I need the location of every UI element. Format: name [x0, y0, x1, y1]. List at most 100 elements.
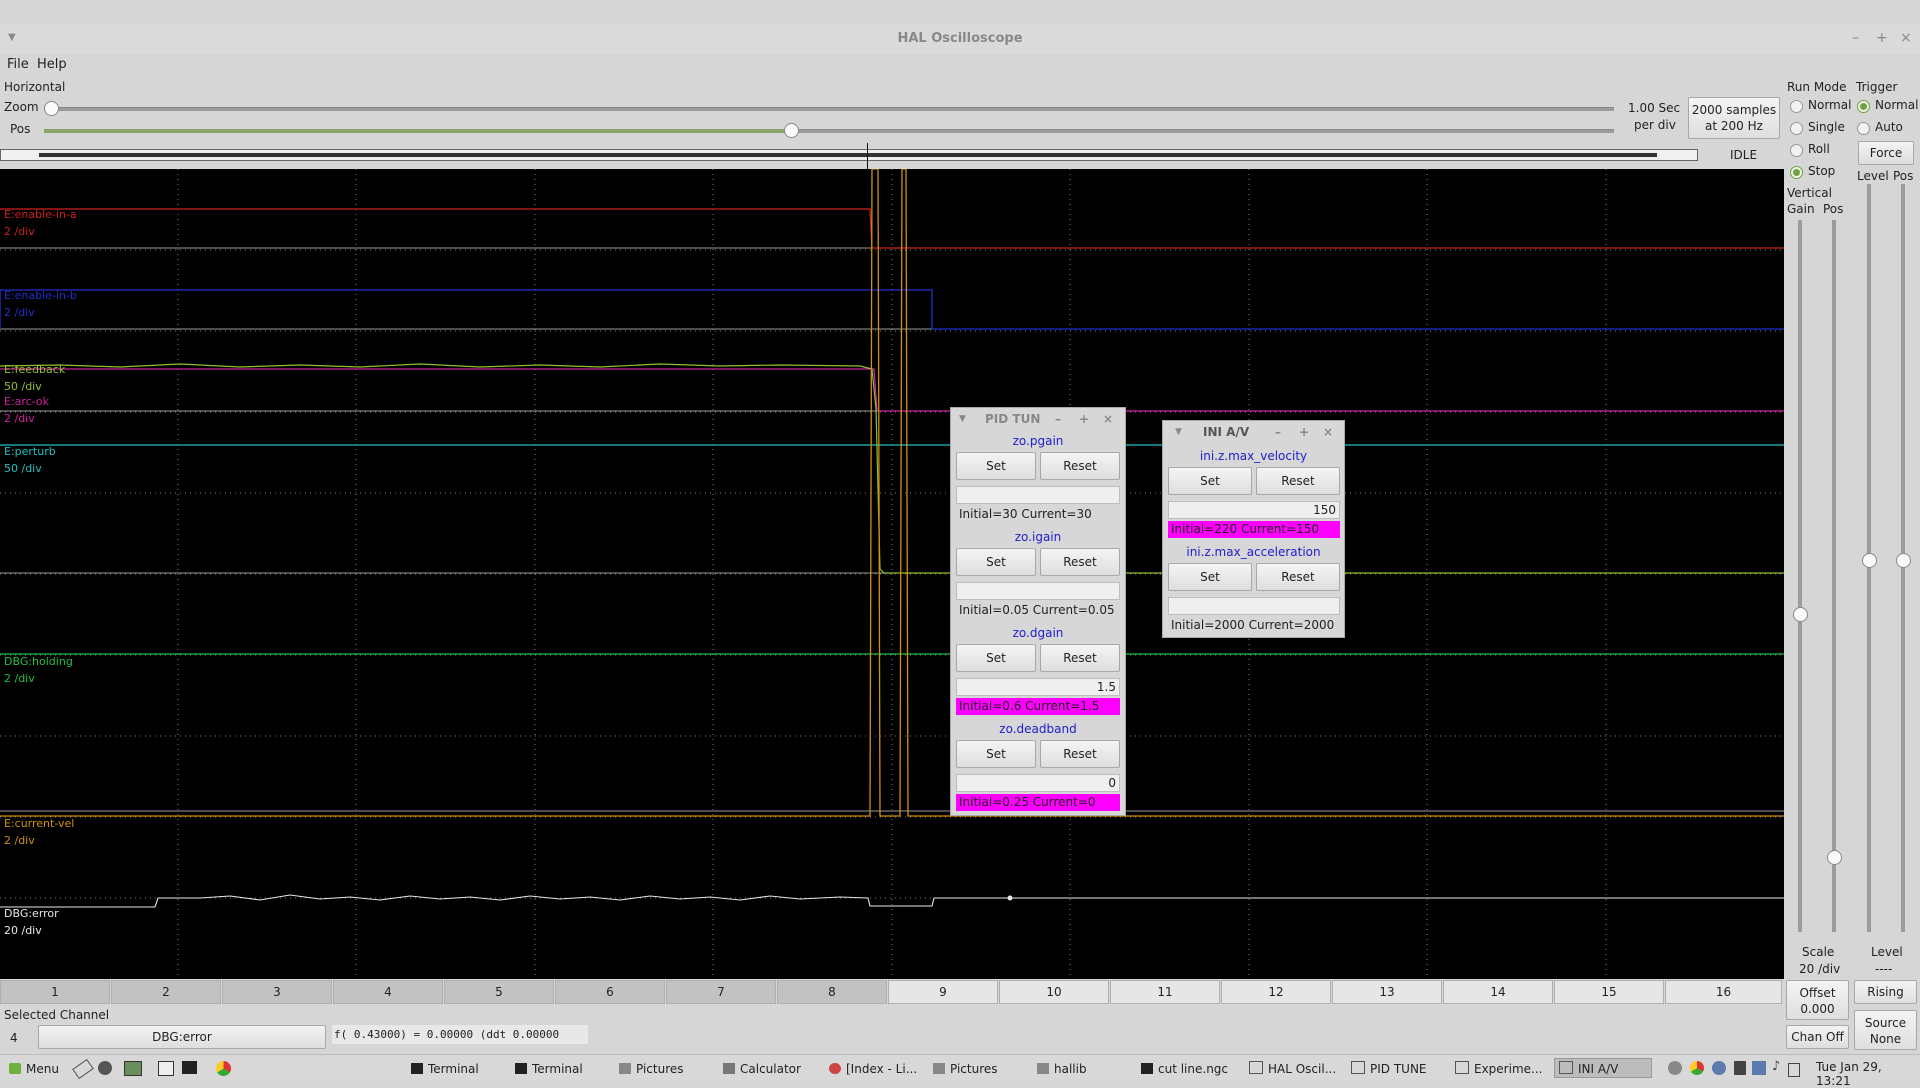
ini-max-acceleration-reset-button[interactable]: Reset — [1256, 563, 1340, 591]
pid-tune-menu-icon[interactable]: ▼ — [959, 408, 966, 430]
pid-tune-minimize-icon[interactable]: – — [1055, 408, 1061, 430]
chrome-launcher-icon[interactable] — [216, 1061, 231, 1076]
zoom-slider[interactable] — [44, 107, 1614, 111]
ini-max-acceleration-set-button[interactable]: Set — [1168, 563, 1252, 591]
pid-tune-maximize-icon[interactable]: + — [1079, 408, 1089, 430]
vertical-pos-knob[interactable] — [1827, 850, 1842, 865]
channel-button-8[interactable]: 8 — [777, 980, 887, 1004]
tray-network-icon[interactable] — [1734, 1061, 1746, 1075]
channel-button-12[interactable]: 12 — [1221, 980, 1331, 1004]
pid-pgain-set-button[interactable]: Set — [956, 452, 1036, 480]
selected-channel-name-button[interactable]: DBG:error — [38, 1025, 326, 1049]
close-icon[interactable]: × — [1900, 30, 1912, 46]
pid-deadband-reset-button[interactable]: Reset — [1040, 740, 1120, 768]
trigger-auto-radio[interactable] — [1857, 122, 1870, 135]
trigger-pos-knob[interactable] — [1896, 553, 1911, 568]
browser-launcher-icon[interactable] — [98, 1061, 112, 1075]
trigger-auto-label[interactable]: Auto — [1875, 120, 1903, 134]
zoom-slider-knob[interactable] — [44, 101, 59, 116]
task-pid-tune[interactable]: PID TUNE — [1346, 1058, 1446, 1078]
channel-button-9[interactable]: 9 — [888, 980, 998, 1004]
run-mode-normal-label[interactable]: Normal — [1808, 98, 1851, 112]
ini-max-velocity-reset-button[interactable]: Reset — [1256, 467, 1340, 495]
ini-max-velocity-set-button[interactable]: Set — [1168, 467, 1252, 495]
tray-status-icon[interactable] — [1668, 1061, 1682, 1075]
pid-dgain-set-button[interactable]: Set — [956, 644, 1036, 672]
run-mode-stop-label[interactable]: Stop — [1808, 164, 1835, 178]
start-menu-button[interactable]: Menu — [4, 1058, 70, 1078]
tray-volume-icon[interactable]: ♪ — [1772, 1059, 1780, 1074]
run-mode-single-radio[interactable] — [1790, 122, 1803, 135]
channel-button-4[interactable]: 4 — [333, 980, 443, 1004]
channel-button-11[interactable]: 11 — [1110, 980, 1220, 1004]
pid-igain-reset-button[interactable]: Reset — [1040, 548, 1120, 576]
taskbar-clock[interactable]: Tue Jan 29, 13:21 — [1816, 1060, 1920, 1088]
channel-button-13[interactable]: 13 — [1332, 980, 1442, 1004]
files-launcher-icon[interactable] — [124, 1061, 142, 1076]
ini-max-acceleration-entry[interactable] — [1168, 597, 1340, 615]
pid-tune-close-icon[interactable]: × — [1103, 408, 1113, 430]
trigger-edge-button[interactable]: Rising — [1854, 980, 1917, 1004]
task-hal-oscilloscope[interactable]: HAL Oscil... — [1244, 1058, 1342, 1078]
trigger-normal-label[interactable]: Normal — [1875, 98, 1918, 112]
trigger-source-button[interactable]: Source None — [1854, 1010, 1917, 1050]
pid-dgain-entry[interactable]: 1.5 — [956, 678, 1120, 696]
ruler-launcher-icon[interactable] — [72, 1058, 94, 1080]
run-mode-normal-radio[interactable] — [1790, 100, 1803, 113]
pid-pgain-entry[interactable] — [956, 486, 1120, 504]
task-index-browser[interactable]: [Index - Li... — [824, 1058, 924, 1078]
menu-help[interactable]: Help — [37, 57, 67, 72]
ini-av-maximize-icon[interactable]: + — [1299, 421, 1309, 443]
task-cut-line[interactable]: cut line.ngc — [1136, 1058, 1240, 1078]
channel-button-6[interactable]: 6 — [555, 980, 665, 1004]
ini-av-close-icon[interactable]: × — [1323, 421, 1333, 443]
task-experiment[interactable]: Experime... — [1450, 1058, 1550, 1078]
channel-button-3[interactable]: 3 — [222, 980, 332, 1004]
ini-av-menu-icon[interactable]: ▼ — [1175, 421, 1182, 443]
tray-shield-icon[interactable] — [1712, 1061, 1726, 1075]
vertical-gain-slider[interactable] — [1798, 220, 1802, 932]
scope-display[interactable]: E:enable-in-a 2 /div E:enable-in-b 2 /di… — [0, 169, 1784, 979]
channel-button-1[interactable]: 1 — [0, 980, 110, 1004]
desktop-launcher-icon[interactable] — [158, 1061, 174, 1076]
channel-button-14[interactable]: 14 — [1443, 980, 1553, 1004]
task-calculator[interactable]: Calculator — [718, 1058, 820, 1078]
chan-off-button[interactable]: Chan Off — [1786, 1025, 1849, 1049]
pid-igain-entry[interactable] — [956, 582, 1120, 600]
task-pictures-1[interactable]: Pictures — [614, 1058, 714, 1078]
channel-button-5[interactable]: 5 — [444, 980, 554, 1004]
channel-button-2[interactable]: 2 — [111, 980, 221, 1004]
vertical-pos-slider[interactable] — [1832, 220, 1836, 932]
minimize-icon[interactable]: – — [1852, 30, 1859, 46]
run-mode-roll-radio[interactable] — [1790, 144, 1803, 157]
pid-deadband-entry[interactable]: 0 — [956, 774, 1120, 792]
pid-igain-set-button[interactable]: Set — [956, 548, 1036, 576]
run-mode-single-label[interactable]: Single — [1808, 120, 1845, 134]
run-mode-stop-radio[interactable] — [1790, 166, 1803, 179]
offset-button[interactable]: Offset 0.000 — [1786, 980, 1849, 1020]
tray-bluetooth-icon[interactable] — [1752, 1061, 1766, 1075]
channel-button-7[interactable]: 7 — [666, 980, 776, 1004]
record-position-bar[interactable] — [0, 149, 1698, 161]
menu-file[interactable]: File — [7, 57, 29, 72]
ini-av-minimize-icon[interactable]: – — [1275, 421, 1281, 443]
pid-pgain-reset-button[interactable]: Reset — [1040, 452, 1120, 480]
run-mode-roll-label[interactable]: Roll — [1808, 142, 1830, 156]
task-ini-av[interactable]: INI A/V — [1554, 1058, 1652, 1078]
trigger-normal-radio[interactable] — [1857, 100, 1870, 113]
channel-button-15[interactable]: 15 — [1554, 980, 1664, 1004]
pos-slider-knob[interactable] — [784, 123, 799, 138]
tray-battery-icon[interactable] — [1788, 1063, 1800, 1077]
trigger-level-knob[interactable] — [1862, 553, 1877, 568]
ini-max-velocity-entry[interactable]: 150 — [1168, 501, 1340, 519]
channel-button-10[interactable]: 10 — [999, 980, 1109, 1004]
pid-dgain-reset-button[interactable]: Reset — [1040, 644, 1120, 672]
task-pictures-2[interactable]: Pictures — [928, 1058, 1028, 1078]
channel-button-16[interactable]: 16 — [1665, 980, 1782, 1004]
force-button[interactable]: Force — [1858, 141, 1914, 165]
tray-chrome-icon[interactable] — [1690, 1061, 1704, 1075]
terminal-launcher-icon[interactable] — [182, 1061, 197, 1074]
task-hallib[interactable]: hallib — [1032, 1058, 1132, 1078]
maximize-icon[interactable]: + — [1876, 30, 1888, 46]
task-terminal-2[interactable]: Terminal — [510, 1058, 610, 1078]
